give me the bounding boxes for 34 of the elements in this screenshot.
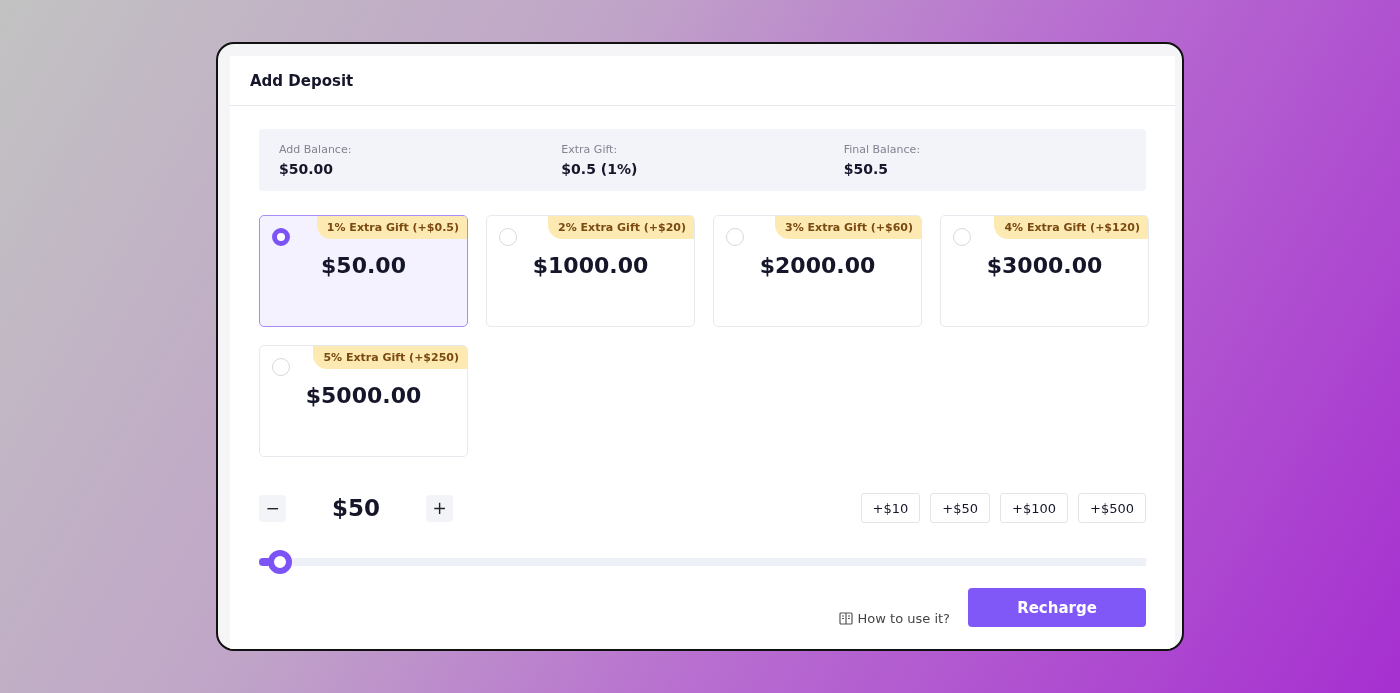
minus-button[interactable]: − <box>259 494 286 522</box>
gift-badge: 1% Extra Gift (+$0.5) <box>316 216 467 239</box>
plus-button[interactable]: + <box>426 494 453 522</box>
summary-label: Final Balance: <box>843 143 922 156</box>
quick-add-button[interactable]: +$500 <box>1078 493 1146 523</box>
radio-button[interactable] <box>272 228 290 246</box>
package-amount: $5000.00 <box>305 382 422 408</box>
quick-add-button[interactable]: +$50 <box>930 493 991 523</box>
quick-add-button[interactable]: +$100 <box>1000 493 1068 523</box>
summary-value: $50.00 <box>279 161 335 177</box>
summary-value: $50.5 <box>843 161 889 177</box>
summary-value: $0.5 (1%) <box>561 161 639 177</box>
package-amount: $2000.00 <box>759 252 876 278</box>
summary-label: Add Balance: <box>279 143 353 156</box>
package-amount: $50.00 <box>321 252 406 278</box>
package-amount: $1000.00 <box>532 252 649 278</box>
amount-value: $50 <box>331 495 381 521</box>
summary-label: Extra Gift: <box>561 143 619 156</box>
help-link[interactable]: How to use it? <box>838 611 950 626</box>
gift-badge: 5% Extra Gift (+$250) <box>313 346 467 369</box>
recharge-button[interactable]: Recharge <box>968 588 1146 627</box>
package-option[interactable]: 1% Extra Gift (+$0.5) $50.00 <box>259 215 468 327</box>
package-option[interactable]: 4% Extra Gift (+$120) $3000.00 <box>940 215 1149 327</box>
package-option[interactable]: 5% Extra Gift (+$250) $5000.00 <box>259 345 468 457</box>
quick-add-button[interactable]: +$10 <box>860 493 921 523</box>
gift-badge: 3% Extra Gift (+$60) <box>775 216 921 239</box>
package-amount: $3000.00 <box>986 252 1103 278</box>
slider-thumb[interactable] <box>268 550 293 574</box>
gift-badge: 2% Extra Gift (+$20) <box>548 216 694 239</box>
package-option[interactable]: 3% Extra Gift (+$60) $2000.00 <box>713 215 922 327</box>
gift-badge: 4% Extra Gift (+$120) <box>994 216 1148 239</box>
dialog-title: Add Deposit <box>230 56 1175 106</box>
book-icon <box>838 612 853 625</box>
package-option[interactable]: 2% Extra Gift (+$20) $1000.00 <box>486 215 695 327</box>
